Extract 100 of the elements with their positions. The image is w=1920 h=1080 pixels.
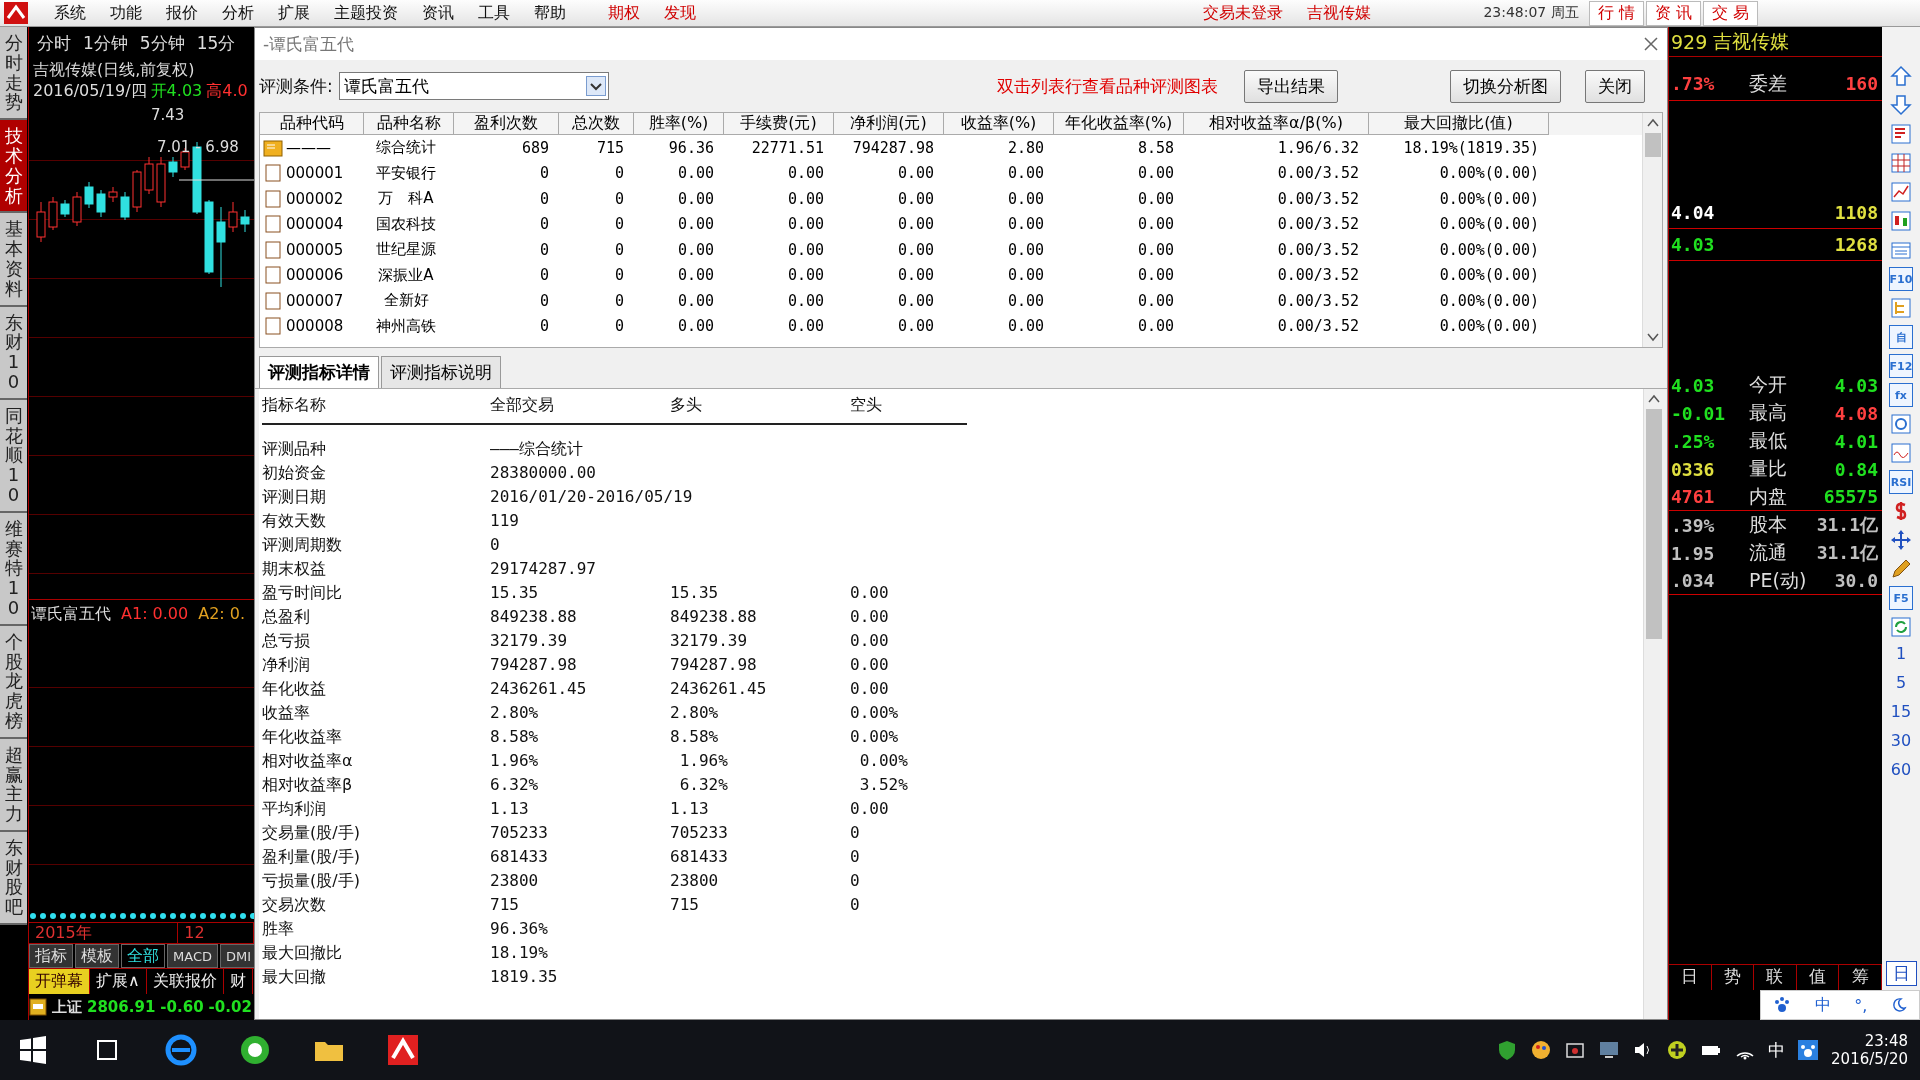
menu-item[interactable]: 资讯 — [410, 2, 466, 24]
scrollbar-thumb[interactable] — [1645, 409, 1662, 639]
menu-item[interactable]: 主题投资 — [322, 2, 410, 24]
column-header[interactable]: 最大回撤比(值) — [1369, 113, 1549, 135]
arrow-up-icon[interactable] — [1889, 64, 1913, 88]
monitor-icon[interactable] — [1598, 1039, 1621, 1061]
menu-item[interactable]: 工具 — [466, 2, 522, 24]
ime-mode[interactable]: 中 — [1814, 994, 1831, 1016]
arrow-down-icon[interactable] — [1889, 93, 1913, 117]
period-tab[interactable]: 15分 — [196, 32, 236, 55]
metric-value: 119 — [490, 511, 520, 531]
side-tab[interactable]: 个股龙虎榜 — [0, 625, 27, 739]
scrollbar-thumb[interactable] — [1644, 133, 1661, 157]
taskbar-time[interactable]: 23:48 — [1864, 1032, 1908, 1050]
side-tab[interactable]: 技术分析 — [0, 120, 27, 214]
menu-link[interactable]: 发现 — [652, 2, 708, 24]
refresh-icon[interactable] — [1889, 615, 1913, 639]
pencil-icon[interactable] — [1889, 557, 1913, 581]
ime-indicator[interactable]: 中 — [1768, 1038, 1786, 1062]
dropdown-icon[interactable] — [585, 76, 606, 96]
column-header[interactable]: 总次数 — [559, 113, 634, 135]
table-cell-text: 神州高铁 — [375, 316, 437, 336]
menu-item[interactable]: 帮助 — [522, 2, 578, 24]
ime-punctuation[interactable]: °, — [1854, 995, 1868, 1015]
column-header[interactable]: 盈利次数 — [454, 113, 559, 135]
indicator-tab[interactable]: 模板 — [75, 944, 119, 968]
side-tab[interactable]: 基本资料 — [0, 213, 27, 307]
condition-dropdown[interactable]: 谭氏富五代 — [338, 72, 609, 100]
quote-tab[interactable]: 日 — [1669, 965, 1712, 990]
paw-icon[interactable] — [1797, 1039, 1820, 1061]
side-tab[interactable]: 维赛特10 — [0, 512, 27, 626]
menu-item[interactable]: 分析 — [210, 2, 266, 24]
taskbar-date[interactable]: 2016/5/20 — [1831, 1050, 1908, 1068]
close-icon[interactable] — [1643, 36, 1659, 52]
app-logo-icon[interactable] — [4, 2, 28, 24]
moon-icon[interactable] — [1891, 997, 1908, 1013]
line-chart-icon[interactable] — [1889, 180, 1913, 204]
scrollbar[interactable] — [1643, 389, 1663, 1019]
palette-icon[interactable] — [1530, 1039, 1553, 1061]
day-button[interactable]: 日 — [1885, 961, 1917, 986]
period-button[interactable]: 1 — [1895, 644, 1907, 668]
metric-value: 2.80% — [490, 703, 540, 723]
plus-icon[interactable] — [1666, 1039, 1689, 1061]
period-tab[interactable]: 1分钟 — [83, 32, 128, 55]
menu-item[interactable]: 扩展 — [266, 2, 322, 24]
detail-tab[interactable]: 评测指标说明 — [381, 356, 501, 388]
column-header[interactable]: 相对收益率α/β(%) — [1184, 113, 1369, 135]
dialog-button[interactable]: 关闭 — [1585, 69, 1645, 103]
period-button[interactable]: 5 — [1895, 673, 1907, 697]
panel-button[interactable]: 开弹幕 — [29, 969, 90, 994]
quote-value: 160 — [1845, 73, 1878, 94]
column-header[interactable]: 胜率(%) — [634, 113, 724, 135]
browser-icon[interactable] — [238, 1033, 272, 1067]
indicator-tab[interactable]: 指标 — [29, 944, 73, 968]
tool-button[interactable]: fx — [1889, 383, 1913, 407]
column-header[interactable]: 收益率(%) — [944, 113, 1054, 135]
browser-icon[interactable] — [164, 1033, 198, 1067]
side-tab[interactable]: 超赢主力 — [0, 738, 27, 832]
detail-tab[interactable]: 评测指标详情 — [259, 356, 379, 388]
menu-link[interactable]: 期权 — [596, 2, 652, 24]
menu-item[interactable]: 报价 — [154, 2, 210, 24]
indicator-tab[interactable]: DMI — [219, 944, 254, 968]
move-icon[interactable] — [1889, 528, 1913, 552]
indicator-value: A2: 0. — [198, 604, 246, 625]
app-icon[interactable] — [386, 1033, 420, 1067]
top-tab[interactable]: 行 情 — [1588, 0, 1644, 26]
tool-button[interactable]: RSI — [1889, 470, 1913, 494]
column-header[interactable]: 年化收益率(%) — [1054, 113, 1184, 135]
indicator-tab[interactable]: MACD — [167, 944, 218, 968]
menu-item[interactable]: 系统 — [42, 2, 98, 24]
column-header[interactable]: 品种代码 — [260, 113, 364, 135]
scrollbar[interactable] — [1642, 113, 1662, 347]
column-header[interactable]: 净利润(元) — [834, 113, 944, 135]
period-tab[interactable]: 分时 — [37, 32, 71, 55]
grid-icon[interactable] — [1889, 151, 1913, 175]
tool-button[interactable]: F5 — [1889, 586, 1913, 610]
dialog-button[interactable]: 切换分析图 — [1450, 69, 1561, 103]
metric-name: 总亏损 — [262, 631, 311, 651]
tool-button[interactable]: 自 — [1889, 325, 1913, 349]
wave-chart-icon[interactable] — [1889, 441, 1913, 465]
side-tab[interactable]: 东财股吧 — [0, 831, 27, 926]
tool-button[interactable]: F10 — [1889, 267, 1913, 291]
column-header[interactable]: 手续费(元) — [724, 113, 834, 135]
column-header[interactable]: 品种名称 — [364, 113, 454, 135]
menu-item[interactable]: 功能 — [98, 2, 154, 24]
quote-tab[interactable]: 势 — [1711, 965, 1755, 990]
side-tab[interactable]: 同花顺10 — [0, 399, 27, 513]
candlestick-icon[interactable] — [1889, 209, 1913, 233]
top-tab[interactable]: 交 易 — [1702, 0, 1758, 26]
period-button[interactable]: 30 — [1890, 731, 1912, 755]
period-tab[interactable]: 5分钟 — [139, 32, 185, 55]
period-button[interactable]: 60 — [1890, 760, 1912, 784]
side-tab[interactable]: 东财10 — [0, 306, 27, 400]
top-tab[interactable]: 资 讯 — [1645, 0, 1701, 26]
dialog-button[interactable]: 导出结果 — [1244, 69, 1338, 103]
period-button[interactable]: 15 — [1890, 702, 1912, 726]
report-icon[interactable] — [1889, 122, 1913, 146]
tool-button[interactable]: F12 — [1889, 354, 1913, 378]
indicator-tab[interactable]: 全部 — [121, 944, 165, 968]
side-tab[interactable]: 分时走势 — [0, 27, 27, 121]
